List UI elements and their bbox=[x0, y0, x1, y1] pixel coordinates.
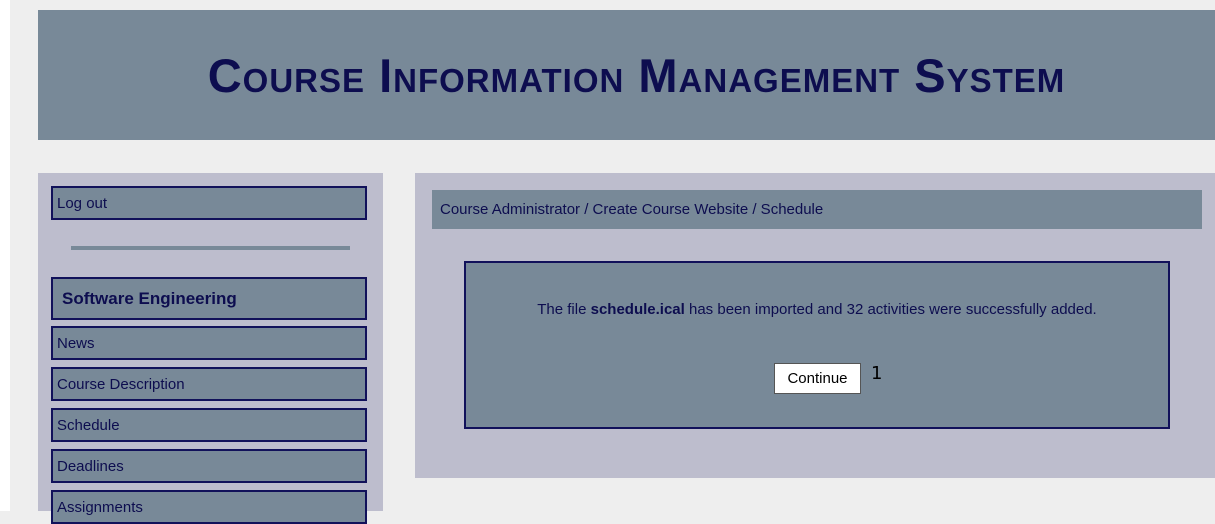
message-suffix: has been imported and 32 activities were… bbox=[684, 301, 1097, 318]
left-margin-strip bbox=[0, 0, 10, 511]
course-heading: Software Engineering bbox=[51, 277, 367, 320]
import-result-box: The file schedule.ical has been imported… bbox=[464, 261, 1170, 429]
sidebar-item-schedule[interactable]: Schedule bbox=[51, 408, 367, 442]
sidebar-divider bbox=[71, 246, 350, 250]
continue-button[interactable]: Continue bbox=[774, 363, 861, 394]
message-filename: schedule.ical bbox=[590, 301, 685, 318]
sidebar-item-news[interactable]: News bbox=[51, 326, 367, 360]
sidebar: Log out Software Engineering News Course… bbox=[38, 173, 383, 524]
import-message: The file schedule.ical has been imported… bbox=[486, 299, 1148, 321]
logout-link[interactable]: Log out bbox=[51, 186, 367, 220]
sidebar-item-course-description[interactable]: Course Description bbox=[51, 367, 367, 401]
main-content: Course Administrator / Create Course Web… bbox=[415, 173, 1215, 478]
site-header: Course Information Management System bbox=[38, 10, 1215, 140]
sidebar-item-assignments[interactable]: Assignments bbox=[51, 490, 367, 524]
message-prefix: The file bbox=[537, 301, 591, 318]
breadcrumb: Course Administrator / Create Course Web… bbox=[432, 190, 1202, 229]
site-title: Course Information Management System bbox=[207, 48, 1066, 102]
sidebar-item-deadlines[interactable]: Deadlines bbox=[51, 449, 367, 483]
step-marker: 1 bbox=[871, 363, 883, 384]
